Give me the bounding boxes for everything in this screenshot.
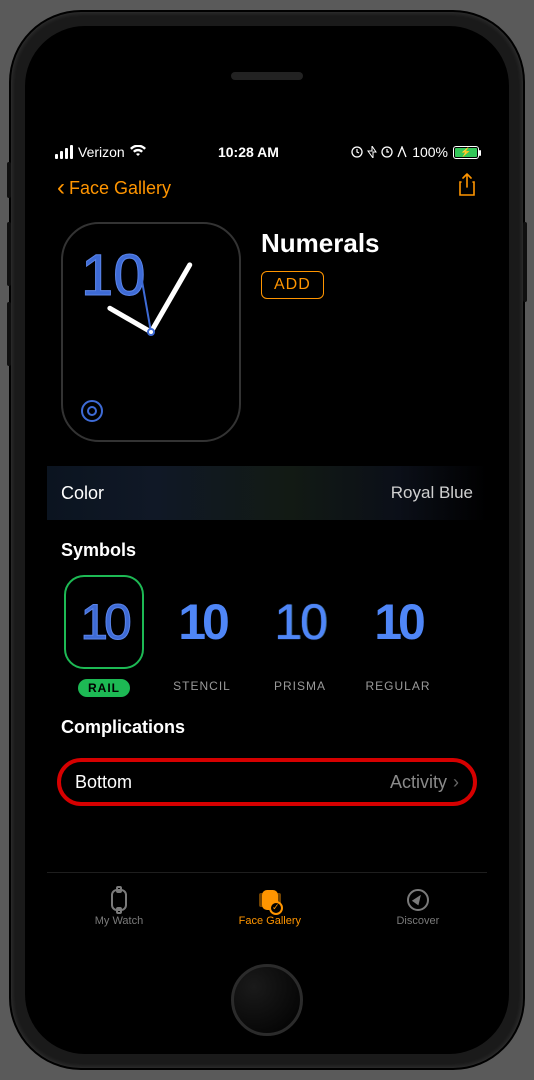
- tab-bar: My Watch ✓ Face Gallery Discover: [47, 872, 487, 942]
- symbol-glyph: 10: [358, 575, 438, 669]
- nav-bar: ‹ Face Gallery: [47, 166, 487, 210]
- power-button[interactable]: [523, 222, 527, 302]
- watch-center-dot: [147, 328, 155, 336]
- symbol-glyph: 10: [162, 575, 242, 669]
- content-scroll[interactable]: 10 Numerals ADD: [47, 210, 487, 872]
- battery-percent: 100%: [412, 144, 448, 160]
- color-picker-row[interactable]: Color Royal Blue: [47, 466, 487, 520]
- share-button[interactable]: [457, 173, 477, 203]
- status-bar: Verizon 10:28 AM 100% ⚡: [47, 138, 487, 166]
- compass-icon: [405, 889, 431, 911]
- symbol-label: STENCIL: [173, 679, 231, 693]
- symbol-label: RAIL: [78, 679, 130, 697]
- complications-title: Complications: [47, 697, 487, 752]
- back-label: Face Gallery: [69, 178, 171, 199]
- symbol-glyph: 10: [260, 575, 340, 669]
- status-time: 10:28 AM: [218, 144, 279, 160]
- color-label: Color: [61, 483, 104, 504]
- symbol-option-rail[interactable]: 10 RAIL: [61, 575, 147, 697]
- gallery-icon: ✓: [257, 889, 283, 911]
- screen: Verizon 10:28 AM 100% ⚡: [47, 138, 487, 942]
- tab-label: Discover: [396, 915, 439, 927]
- complication-row-label: Bottom: [75, 772, 132, 793]
- minute-hand: [149, 261, 193, 333]
- symbol-glyph: 1: [456, 575, 487, 669]
- tab-my-watch[interactable]: My Watch: [95, 889, 144, 927]
- earpiece-speaker: [231, 72, 303, 80]
- complication-bottom-row[interactable]: Bottom Activity ›: [57, 758, 477, 806]
- watch-icon: [106, 889, 132, 911]
- volume-down-button[interactable]: [7, 302, 11, 366]
- hero-section: 10 Numerals ADD: [47, 210, 487, 466]
- symbol-label: REGULAR: [365, 679, 430, 693]
- phone-frame: Verizon 10:28 AM 100% ⚡: [11, 12, 523, 1068]
- symbol-option-more[interactable]: 1 D: [453, 575, 487, 697]
- chevron-left-icon: ‹: [57, 174, 65, 202]
- symbol-glyph: 10: [64, 575, 144, 669]
- watch-face-preview[interactable]: 10: [61, 222, 241, 442]
- color-value: Royal Blue: [391, 483, 473, 503]
- tab-face-gallery[interactable]: ✓ Face Gallery: [239, 889, 301, 927]
- battery-icon: ⚡: [453, 146, 479, 159]
- wifi-icon: [130, 144, 146, 160]
- symbol-label: PRISMA: [274, 679, 326, 693]
- activity-ring-icon: [81, 400, 103, 422]
- symbol-option-regular[interactable]: 10 REGULAR: [355, 575, 441, 697]
- symbol-option-prisma[interactable]: 10 PRISMA: [257, 575, 343, 697]
- tab-label: Face Gallery: [239, 915, 301, 927]
- complication-row-value: Activity: [390, 772, 447, 793]
- volume-up-button[interactable]: [7, 222, 11, 286]
- tab-discover[interactable]: Discover: [396, 889, 439, 927]
- status-indicator-icons: [351, 146, 407, 158]
- symbols-list[interactable]: 10 RAIL 10 STENCIL 10 PRISMA 10 REGULAR: [47, 575, 487, 697]
- chevron-right-icon: ›: [453, 772, 459, 793]
- symbols-title: Symbols: [47, 520, 487, 575]
- tab-label: My Watch: [95, 915, 144, 927]
- phone-bezel: Verizon 10:28 AM 100% ⚡: [25, 26, 509, 1054]
- cell-signal-icon: [55, 145, 73, 159]
- back-button[interactable]: ‹ Face Gallery: [57, 174, 171, 202]
- symbol-option-stencil[interactable]: 10 STENCIL: [159, 575, 245, 697]
- hour-numeral: 10: [81, 242, 146, 309]
- face-title: Numerals: [261, 228, 380, 259]
- add-button[interactable]: ADD: [261, 271, 324, 299]
- carrier-label: Verizon: [78, 144, 125, 160]
- mute-switch[interactable]: [7, 162, 11, 198]
- home-button[interactable]: [231, 964, 303, 1036]
